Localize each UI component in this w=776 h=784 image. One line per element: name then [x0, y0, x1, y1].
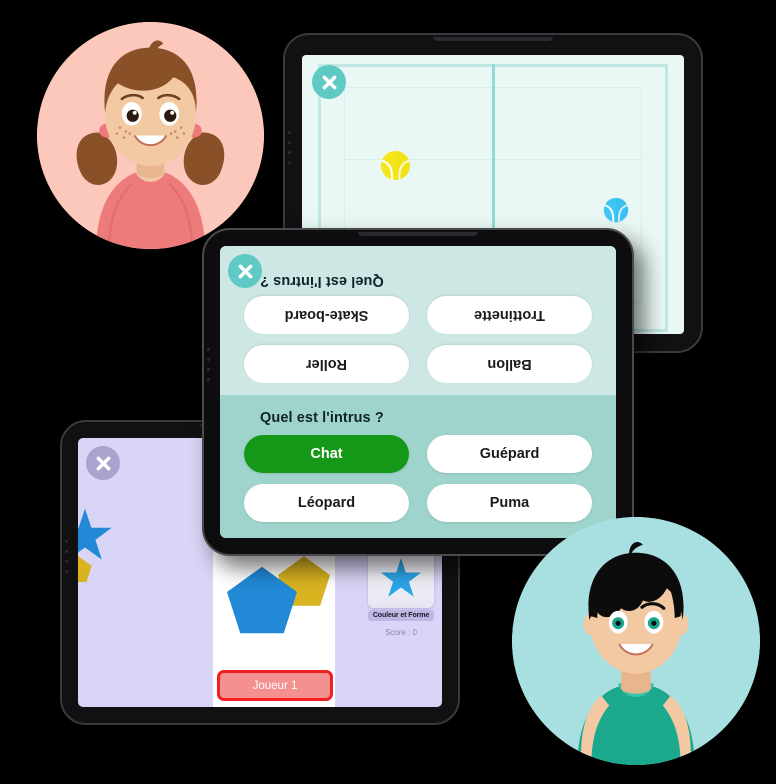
close-button-quiz[interactable]: [228, 254, 262, 288]
quiz-option-label: Ballon: [487, 356, 532, 372]
quiz-option-skateboard[interactable]: Skate-board: [244, 296, 409, 334]
quiz-option-label: Chat: [310, 446, 343, 462]
quiz-question-top: Quel est l'intrus ?: [260, 273, 384, 289]
yellow-ball[interactable]: [380, 150, 411, 181]
star-icon: [380, 557, 422, 597]
quiz-option-label: Guépard: [479, 446, 540, 462]
close-button-pong[interactable]: [312, 65, 346, 99]
quiz-options-top: Ballon Roller Trottinette Skate-board: [244, 296, 592, 383]
scene-root: Joueur 1 Couleur et Forme Score : 0 Ball…: [0, 0, 776, 784]
quiz-option-label: Puma: [489, 495, 530, 511]
player-1-button[interactable]: Joueur 1: [217, 670, 333, 701]
quiz-option-leopard[interactable]: Léopard: [244, 484, 409, 522]
quiz-options-bottom: Chat Guépard Léopard Puma: [244, 435, 592, 522]
quiz-option-label: Roller: [305, 356, 348, 372]
close-icon: [238, 264, 252, 278]
tablet-quiz-game: Ballon Roller Trottinette Skate-board Qu…: [202, 228, 634, 556]
quiz-option-trottinette[interactable]: Trottinette: [427, 296, 592, 334]
quiz-option-roller[interactable]: Roller: [244, 345, 409, 383]
quiz-question-bottom: Quel est l'intrus ?: [260, 410, 384, 426]
quiz-option-ballon[interactable]: Ballon: [427, 345, 592, 383]
card-label: Couleur et Forme: [368, 610, 434, 621]
tablet-speaker-dots: [207, 348, 211, 381]
close-icon: [96, 456, 110, 470]
tablet-notch: [358, 232, 478, 236]
quiz-option-label: Léopard: [297, 495, 356, 511]
quiz-option-label: Skate-board: [284, 307, 369, 323]
tablet-notch: [433, 37, 553, 41]
blue-star-shape-edge: [78, 506, 114, 564]
quiz-panel-player-bottom: Quel est l'intrus ? Chat Guépard Léopard…: [220, 395, 616, 538]
close-icon: [322, 75, 336, 89]
quiz-option-guepard[interactable]: Guépard: [427, 435, 592, 473]
blue-pentagon-shape: [227, 566, 297, 634]
player-1-label: Joueur 1: [252, 679, 298, 692]
boy-avatar: [512, 517, 760, 765]
quiz-option-chat[interactable]: Chat: [244, 435, 409, 473]
close-button-shapes[interactable]: [86, 446, 120, 480]
quiz-screen: Ballon Roller Trottinette Skate-board Qu…: [220, 246, 616, 538]
tablet-speaker-dots: [288, 131, 292, 164]
quiz-option-puma[interactable]: Puma: [427, 484, 592, 522]
blue-ball[interactable]: [603, 197, 629, 223]
quiz-panel-player-top: Ballon Roller Trottinette Skate-board Qu…: [220, 246, 616, 395]
girl-avatar: [37, 22, 264, 249]
score-text: Score : 0: [384, 628, 417, 637]
target-card[interactable]: [368, 548, 434, 608]
tablet-speaker-dots: [65, 540, 69, 573]
quiz-option-label: Trottinette: [474, 307, 545, 323]
